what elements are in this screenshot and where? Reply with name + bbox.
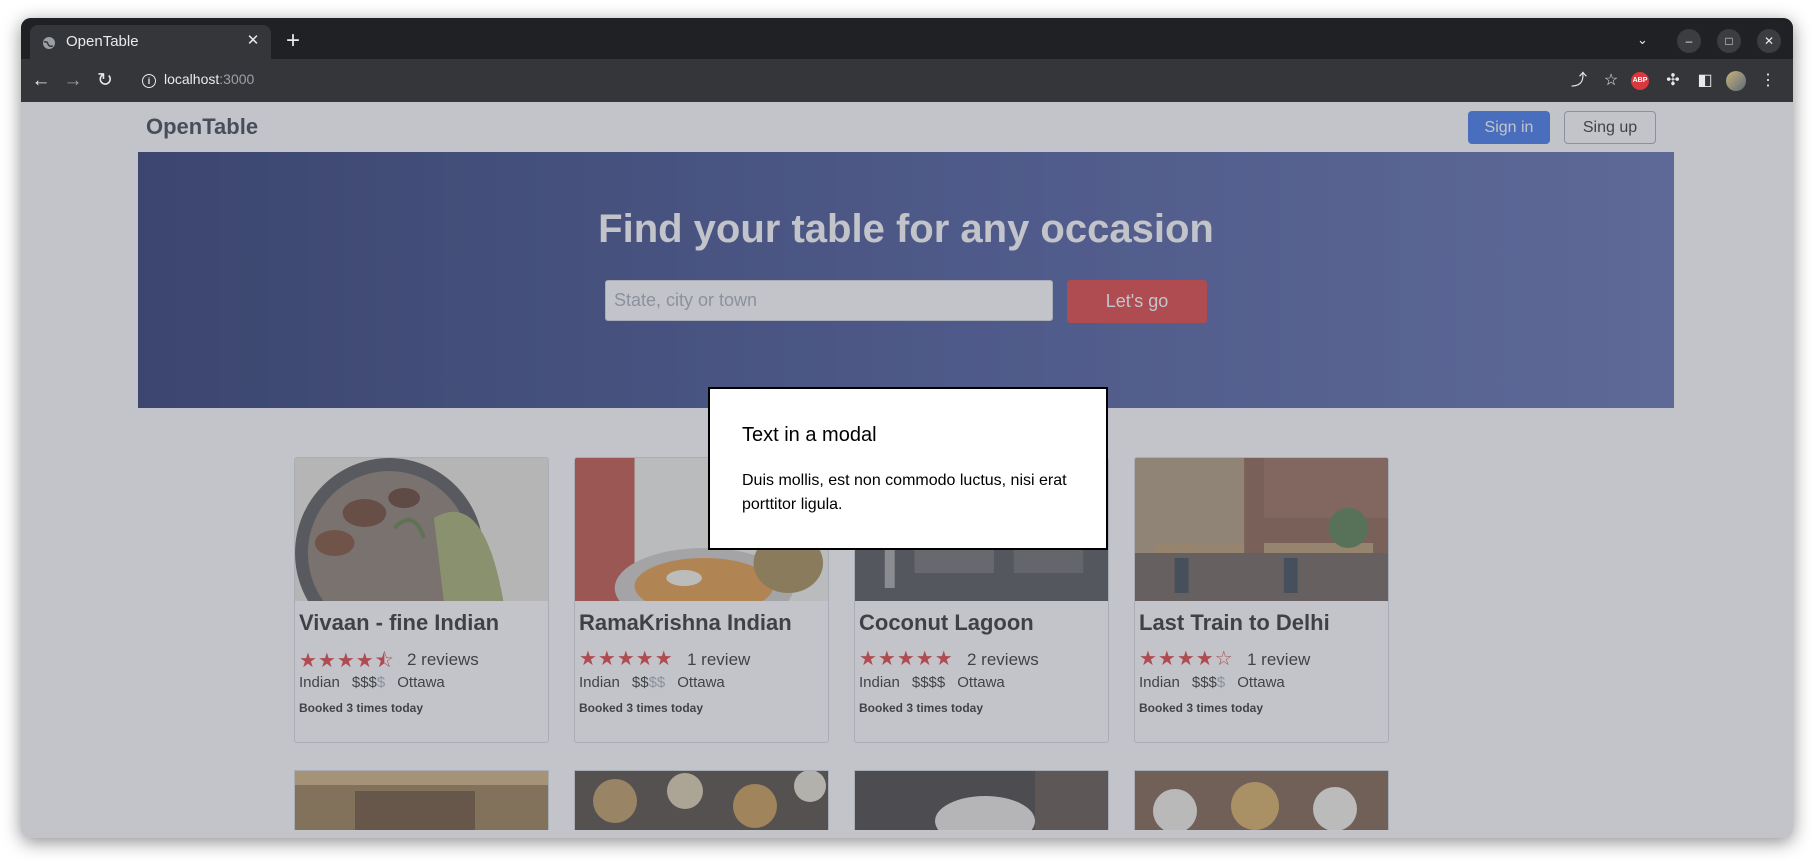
site-info-icon[interactable]: i [142,74,156,88]
side-panel-icon[interactable]: ◧ [1695,71,1715,91]
tab-search-icon[interactable]: ⌄ [1637,32,1648,48]
url-host: localhost [164,71,220,87]
adblock-icon[interactable]: ABP [1631,72,1649,90]
minimize-icon[interactable]: – [1677,29,1701,53]
tab-title: OpenTable [66,33,139,50]
maximize-icon[interactable]: □ [1717,29,1741,53]
browser-window: OpenTable ✕ + ⌄ – □ ✕ ← → ↻ i localhost:… [21,18,1793,838]
profile-avatar[interactable] [1726,71,1746,91]
browser-toolbar: ← → ↻ i localhost:3000 ⤴ ☆ ABP ✣ ◧ ⋮ [21,59,1793,102]
menu-kebab-icon[interactable]: ⋮ [1758,71,1778,91]
close-tab-icon[interactable]: ✕ [243,31,263,51]
address-bar[interactable]: localhost:3000 [164,71,254,87]
modal-title: Text in a modal [742,424,877,446]
back-icon[interactable]: ← [30,70,52,92]
tab-opentable[interactable]: OpenTable ✕ [30,25,271,59]
new-tab-icon[interactable]: + [281,29,305,54]
bookmark-star-icon[interactable]: ☆ [1601,71,1621,91]
modal-body: Duis mollis, est non commodo luctus, nis… [742,472,1067,513]
tab-strip: OpenTable ✕ + ⌄ – □ ✕ [21,18,1793,59]
share-icon[interactable]: ⤴ [1569,71,1589,91]
modal-dialog: Text in a modal Duis mollis, est non com… [708,387,1108,550]
globe-icon [43,37,55,49]
reload-icon[interactable]: ↻ [94,70,116,92]
extensions-icon[interactable]: ✣ [1663,71,1683,91]
url-port: :3000 [219,71,255,87]
close-window-icon[interactable]: ✕ [1757,29,1781,53]
forward-icon[interactable]: → [62,70,84,92]
page-viewport: OpenTable Sign in Sing up Find your tabl… [21,102,1793,838]
